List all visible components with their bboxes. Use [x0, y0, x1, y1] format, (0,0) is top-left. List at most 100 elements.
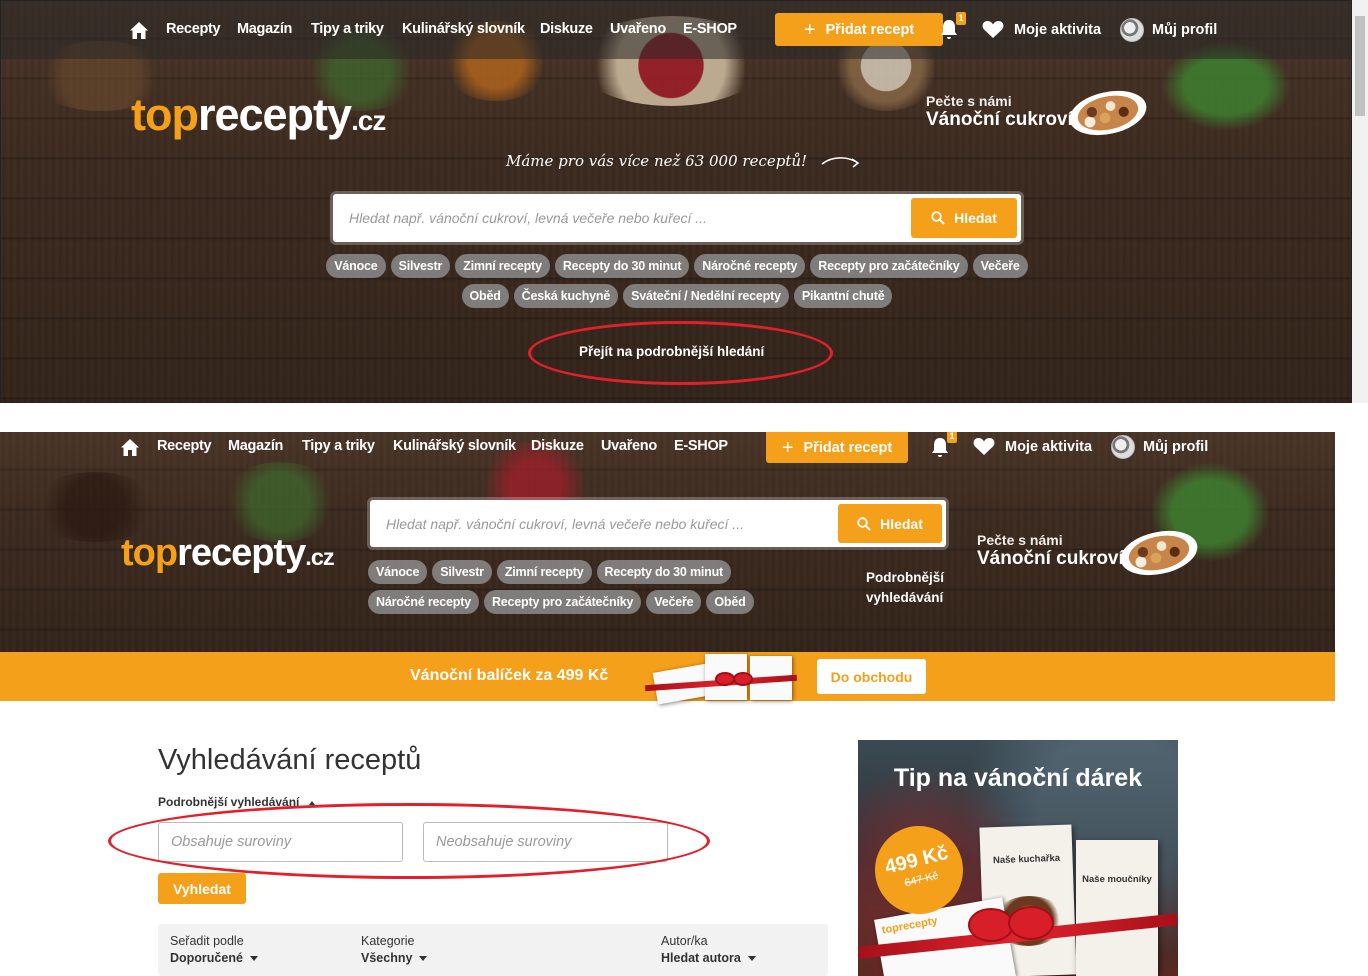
sort-value: Doporučené — [170, 951, 243, 965]
tag-chip[interactable]: Oběd — [706, 590, 754, 614]
nav-slovnik[interactable]: Kulinářský slovník — [393, 438, 516, 454]
filter-bar: Seřadit podle Doporučené Kategorie Všech… — [158, 924, 828, 976]
tag-chip[interactable]: Recepty do 30 minut — [554, 254, 690, 278]
sort-label: Seřadit podle — [170, 934, 244, 948]
search-bar: Hledat — [333, 194, 1021, 242]
submit-search-button[interactable]: Vyhledat — [158, 873, 246, 904]
promo-line1: Pečte s námi — [977, 532, 1063, 548]
tag-chip[interactable]: Pikantní chutě — [793, 284, 893, 308]
search-bar: Hledat — [370, 500, 946, 547]
scrollbar-thumb[interactable] — [1355, 16, 1365, 116]
tag-chip[interactable]: Oběd — [461, 284, 509, 308]
nav-recepty[interactable]: Recepty — [166, 21, 221, 37]
nav-uvareno[interactable]: Uvařeno — [610, 21, 666, 37]
notification-badge: 1 — [956, 12, 966, 25]
christmas-cookies-promo[interactable]: Pečte s námi Vánoční cukroví — [926, 93, 1073, 131]
baking-book-cover: Naše moučníky — [1076, 840, 1158, 976]
my-activity-link[interactable]: Moje aktivita — [982, 20, 1101, 39]
shop-button[interactable]: Do obchodu — [817, 659, 926, 694]
tagline: Máme pro vás více než 63 000 receptů! — [506, 152, 862, 170]
search-button[interactable]: Hledat — [911, 198, 1017, 238]
top-navbar: Recepty Magazín Tipy a triky Kulinářský … — [0, 432, 1335, 463]
advanced-search-link[interactable]: Podrobnější vyhledávání — [866, 568, 956, 608]
tag-chip[interactable]: Recepty pro začátečníky — [483, 590, 642, 614]
logo-recepty: recepty — [197, 89, 352, 140]
add-recipe-label: Přidat recept — [825, 21, 915, 38]
avatar — [1111, 435, 1135, 459]
tag-chip[interactable]: Česká kuchyně — [513, 284, 619, 308]
tag-chip[interactable]: Večeře — [646, 590, 702, 614]
my-activity-link[interactable]: Moje aktivita — [973, 437, 1092, 456]
tag-chip[interactable]: Náročné recepty — [368, 590, 479, 614]
nav-eshop[interactable]: E-SHOP — [683, 21, 737, 37]
logo-top: top — [121, 532, 178, 574]
promo-line2: Vánoční cukroví — [977, 548, 1124, 569]
tag-chip[interactable]: Zimní recepty — [455, 254, 550, 278]
add-recipe-button[interactable]: + Přidat recept — [766, 432, 908, 463]
category-dropdown[interactable]: Kategorie Všechny — [361, 934, 428, 965]
nav-magazin[interactable]: Magazín — [237, 21, 292, 37]
my-profile-link[interactable]: Můj profil — [1120, 18, 1217, 42]
advanced-search-link[interactable]: Přejít na podrobnější hledání — [579, 344, 764, 359]
tag-chip[interactable]: Recepty pro začátečníky — [810, 254, 968, 278]
nav-magazin[interactable]: Magazín — [228, 438, 283, 454]
nav-uvareno[interactable]: Uvařeno — [601, 438, 657, 454]
home-icon[interactable] — [119, 436, 141, 458]
arrow-icon — [821, 157, 860, 168]
add-recipe-button[interactable]: + Přidat recept — [775, 13, 943, 46]
tag-chip[interactable]: Silvestr — [432, 560, 492, 584]
gift-ad[interactable]: Tip na vánoční dárek Naše kuchařka Naše … — [858, 740, 1178, 976]
tag-chip[interactable]: Náročné recepty — [694, 254, 806, 278]
site-logo[interactable]: toprecepty.cz — [131, 89, 386, 141]
bow — [1008, 906, 1054, 940]
tag-chip[interactable]: Recepty do 30 minut — [596, 560, 731, 584]
nav-recepty[interactable]: Recepty — [157, 438, 212, 454]
page-title: Vyhledávání receptů — [158, 744, 422, 776]
logo-recepty: recepty — [177, 532, 306, 574]
search-input[interactable] — [384, 514, 838, 533]
quick-tags: Vánoce Silvestr Zimní recepty Recepty do… — [301, 254, 1053, 308]
my-profile-link[interactable]: Můj profil — [1111, 435, 1208, 459]
notification-badge: 1 — [947, 432, 957, 443]
christmas-cookies-promo[interactable]: Pečte s námi Vánoční cukroví — [977, 532, 1124, 570]
tag-chip[interactable]: Večeře — [972, 254, 1028, 278]
tag-chip[interactable]: Silvestr — [390, 254, 451, 278]
bow — [733, 672, 753, 686]
nav-slovnik[interactable]: Kulinářský slovník — [402, 21, 525, 37]
author-dropdown[interactable]: Autor/ka Hledat autora — [661, 934, 756, 965]
tag-chip[interactable]: Vánoce — [368, 560, 428, 584]
quick-tags: Vánoce Silvestr Zimní recepty Recepty do… — [368, 560, 768, 614]
gift-ad-title: Tip na vánoční dárek — [893, 764, 1143, 792]
nav-tipy[interactable]: Tipy a triky — [302, 438, 375, 454]
nav-diskuze[interactable]: Diskuze — [540, 21, 593, 37]
contains-ingredients-input[interactable] — [158, 822, 403, 862]
caret-up-icon — [308, 800, 315, 805]
notification-bell-icon[interactable]: 1 — [930, 432, 957, 460]
site-logo[interactable]: toprecepty.cz — [121, 532, 335, 575]
tagline-text: Máme pro vás více než 63 000 receptů! — [506, 152, 808, 170]
bow — [715, 672, 735, 686]
search-input[interactable] — [347, 209, 911, 227]
tag-chip[interactable]: Sváteční / Nedělní recepty — [623, 284, 789, 308]
chevron-down-icon — [249, 955, 258, 961]
search-button[interactable]: Hledat — [838, 504, 942, 543]
nav-tipy[interactable]: Tipy a triky — [311, 21, 384, 37]
hero-screenshot-bottom: Recepty Magazín Tipy a triky Kulinářský … — [0, 432, 1335, 652]
tag-chip[interactable]: Vánoce — [326, 254, 386, 278]
nav-diskuze[interactable]: Diskuze — [531, 438, 584, 454]
nav-eshop[interactable]: E-SHOP — [674, 438, 728, 454]
excludes-ingredients-input[interactable] — [423, 822, 668, 862]
baking-book-title: Naše moučníky — [1082, 874, 1152, 885]
banner-text: Vánoční balíček za 499 Kč — [410, 667, 609, 684]
tag-chip[interactable]: Zimní recepty — [496, 560, 592, 584]
cookie-plate-image — [1065, 84, 1151, 142]
logo-top: top — [131, 89, 199, 140]
avatar — [1120, 18, 1144, 42]
advanced-search-toggle[interactable]: Podrobnější vyhledávání — [158, 795, 315, 809]
home-icon[interactable] — [128, 19, 150, 41]
advanced-toggle-label: Podrobnější vyhledávání — [158, 795, 300, 809]
notification-bell-icon[interactable]: 1 — [939, 12, 966, 42]
plus-icon: + — [781, 436, 794, 459]
my-activity-label: Moje aktivita — [1014, 21, 1102, 38]
sort-by-dropdown[interactable]: Seřadit podle Doporučené — [170, 934, 258, 965]
